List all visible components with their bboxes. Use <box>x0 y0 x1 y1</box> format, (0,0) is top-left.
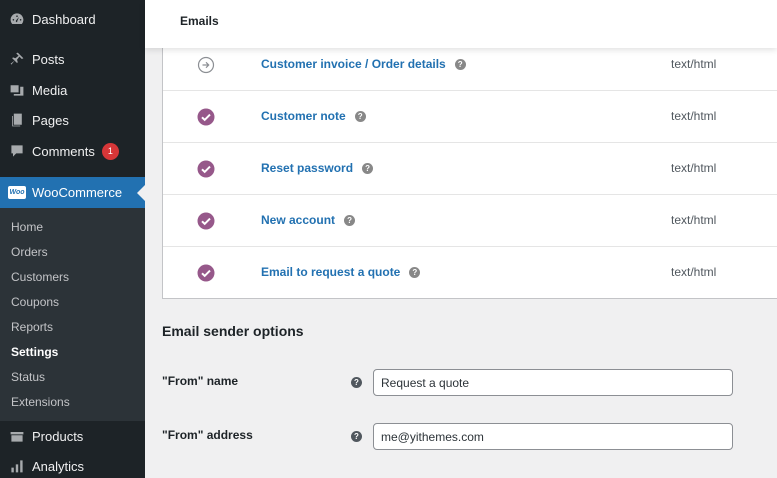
from-name-label: "From" name <box>162 374 239 388</box>
menu-item-label: Pages <box>32 112 69 128</box>
woocommerce-icon: Woo <box>8 186 26 199</box>
table-row: Email to request a quote ? text/html <box>163 247 777 299</box>
submenu-item-home[interactable]: Home <box>11 220 43 234</box>
check-circle-icon <box>197 108 215 126</box>
submenu-item-reports[interactable]: Reports <box>11 320 53 334</box>
email-link[interactable]: Reset password ? <box>261 161 374 175</box>
admin-sidebar: Dashboard Posts Media Pages Comments 1 W… <box>0 0 145 478</box>
menu-item-comments[interactable]: Comments 1 <box>0 136 145 166</box>
email-name[interactable]: New account <box>261 213 335 227</box>
page-header: Emails <box>145 0 777 48</box>
menu-item-label: Products <box>32 428 84 444</box>
from-address-field[interactable] <box>373 423 733 450</box>
comment-count-badge: 1 <box>101 142 119 160</box>
media-icon <box>9 82 25 98</box>
content-type: text/html <box>671 57 717 71</box>
menu-item-woocommerce[interactable]: Woo WooCommerce <box>0 177 145 208</box>
content-type: text/html <box>671 265 717 279</box>
email-name[interactable]: Reset password <box>261 161 353 175</box>
comment-icon <box>9 143 25 159</box>
menu-item-label: Posts <box>32 51 65 67</box>
menu-item-label: Dashboard <box>32 11 96 27</box>
menu-item-analytics[interactable]: Analytics <box>0 451 145 478</box>
email-link[interactable]: Customer invoice / Order details ? <box>261 57 466 71</box>
menu-item-dashboard[interactable]: Dashboard <box>0 4 145 34</box>
menu-item-media[interactable]: Media <box>0 75 145 105</box>
help-icon[interactable]: ? <box>354 110 366 122</box>
help-icon[interactable]: ? <box>409 266 421 278</box>
content-type: text/html <box>671 109 717 123</box>
content-type: text/html <box>671 161 717 175</box>
help-icon[interactable]: ? <box>351 377 362 388</box>
table-row: Customer note ? text/html <box>163 91 777 143</box>
pages-icon <box>9 112 25 128</box>
table-row: New account ? text/html <box>163 195 777 247</box>
woocommerce-submenu: Home Orders Customers Coupons Reports Se… <box>0 208 145 421</box>
menu-item-posts[interactable]: Posts <box>0 44 145 74</box>
check-circle-icon <box>197 264 215 282</box>
analytics-icon <box>9 458 25 474</box>
check-circle-icon <box>197 160 215 178</box>
dashboard-icon <box>9 11 25 27</box>
page-title: Emails <box>180 14 219 28</box>
menu-item-pages[interactable]: Pages <box>0 105 145 135</box>
email-name[interactable]: Email to request a quote <box>261 265 400 279</box>
submenu-item-status[interactable]: Status <box>11 370 45 384</box>
submenu-item-settings[interactable]: Settings <box>11 345 58 359</box>
menu-item-label: Analytics <box>32 458 85 474</box>
submenu-item-customers[interactable]: Customers <box>11 270 69 284</box>
table-row: Reset password ? text/html <box>163 143 777 195</box>
active-menu-arrow <box>137 185 145 201</box>
section-title: Email sender options <box>162 323 304 339</box>
submenu-item-coupons[interactable]: Coupons <box>11 295 59 309</box>
from-name-field[interactable] <box>373 369 733 396</box>
email-link[interactable]: Email to request a quote ? <box>261 265 421 279</box>
help-icon[interactable]: ? <box>362 162 374 174</box>
submenu-item-orders[interactable]: Orders <box>11 245 48 259</box>
email-name[interactable]: Customer note <box>261 109 346 123</box>
email-link[interactable]: Customer note ? <box>261 109 366 123</box>
help-icon[interactable]: ? <box>344 214 356 226</box>
email-link[interactable]: New account ? <box>261 213 356 227</box>
woo-logo-text: Woo <box>9 189 25 196</box>
menu-item-label: Media <box>32 82 68 98</box>
menu-item-label: Comments <box>32 143 95 159</box>
menu-item-products[interactable]: Products <box>0 421 145 451</box>
check-circle-icon <box>197 212 215 230</box>
content-type: text/html <box>671 213 717 227</box>
pin-icon <box>9 51 25 67</box>
email-notifications-table: Customer invoice / Order details ? text/… <box>162 38 777 299</box>
help-icon[interactable]: ? <box>454 58 466 70</box>
from-address-label: "From" address <box>162 428 253 442</box>
products-icon <box>9 428 25 444</box>
manual-arrow-icon <box>197 56 215 74</box>
menu-item-label: WooCommerce <box>32 185 123 200</box>
submenu-item-extensions[interactable]: Extensions <box>11 395 70 409</box>
help-icon[interactable]: ? <box>351 431 362 442</box>
email-name[interactable]: Customer invoice / Order details <box>261 57 446 71</box>
